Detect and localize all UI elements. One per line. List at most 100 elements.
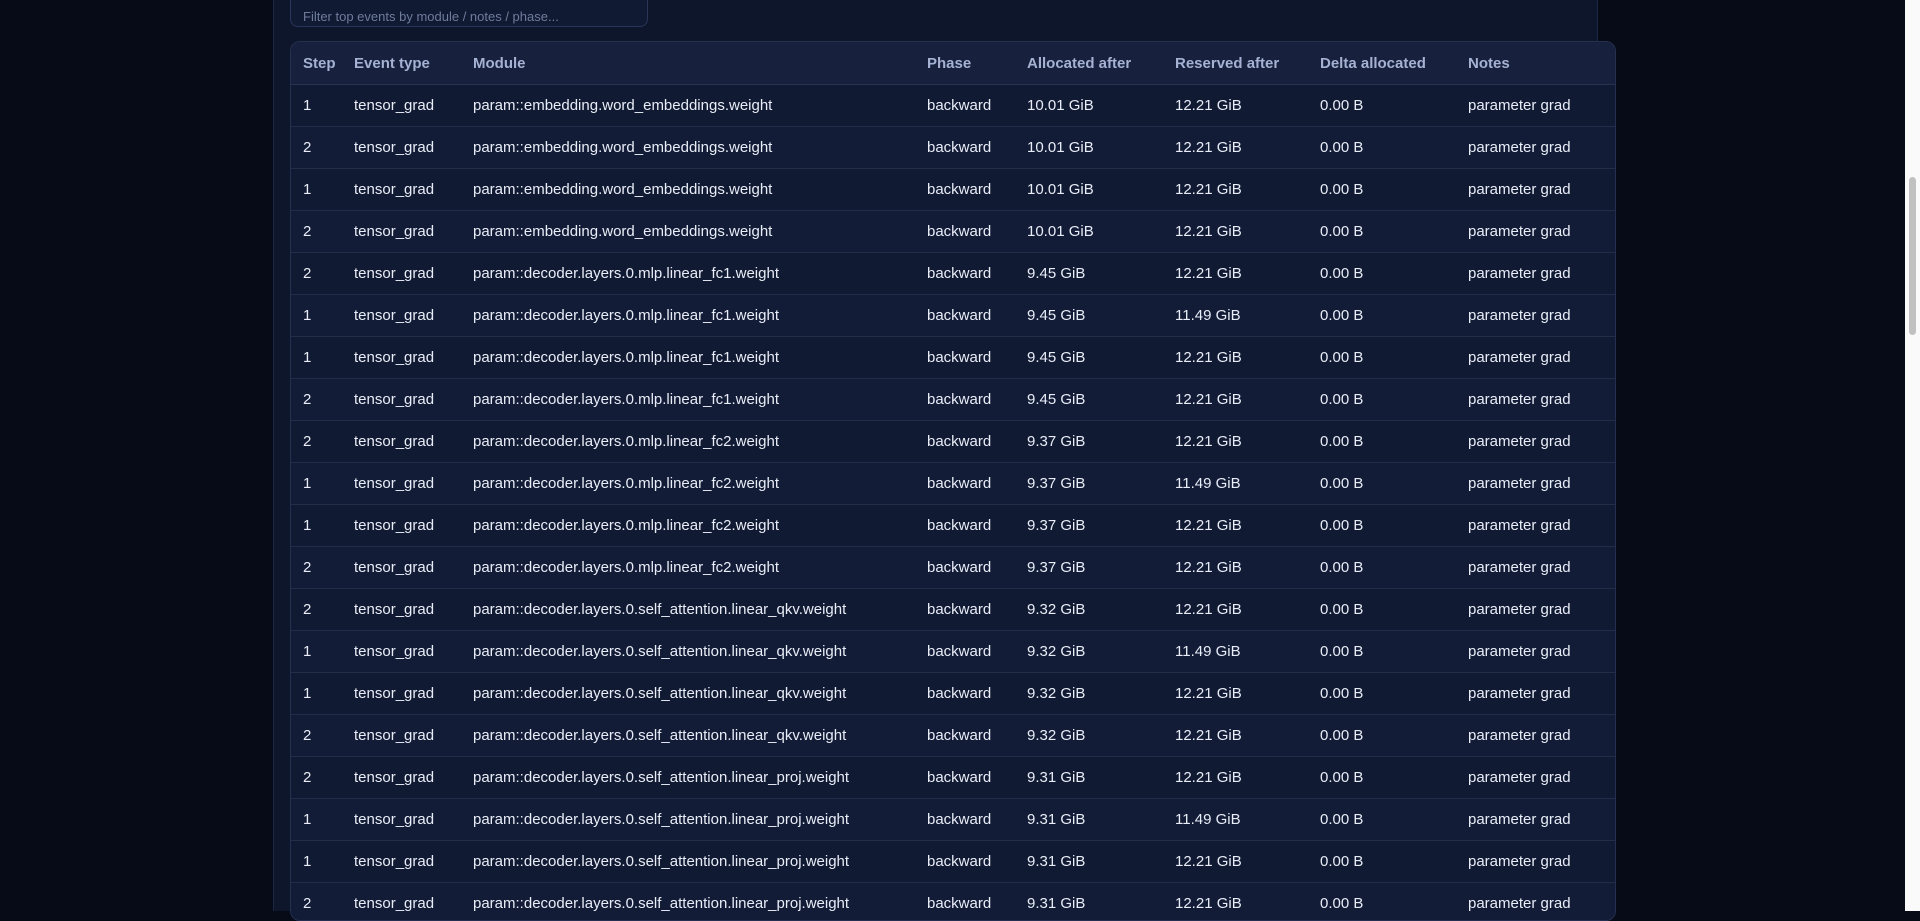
table-row: 1tensor_gradparam::embedding.word_embedd… [291, 85, 1615, 127]
reserved-after-cell: 12.21 GiB [1163, 589, 1308, 631]
allocated-after-cell: 10.01 GiB [1015, 211, 1163, 253]
step-cell: 1 [291, 673, 342, 715]
reserved-after-cell: 11.49 GiB [1163, 799, 1308, 841]
step-cell: 2 [291, 883, 342, 921]
step-cell: 2 [291, 379, 342, 421]
header-step[interactable]: Step [291, 42, 342, 85]
event-type-cell: tensor_grad [342, 253, 461, 295]
header-reserved-after[interactable]: Reserved after [1163, 42, 1308, 85]
module-cell: param::decoder.layers.0.mlp.linear_fc1.w… [461, 295, 915, 337]
phase-cell: backward [915, 463, 1015, 505]
notes-cell: parameter grad [1456, 841, 1615, 883]
header-event-type[interactable]: Event type [342, 42, 461, 85]
table-row: 1tensor_gradparam::decoder.layers.0.self… [291, 631, 1615, 673]
allocated-after-cell: 9.45 GiB [1015, 337, 1163, 379]
filter-input[interactable]: Filter top events by module / notes / ph… [290, 0, 648, 27]
page-scrollbar[interactable] [1905, 0, 1920, 911]
delta-allocated-cell: 0.00 B [1308, 547, 1456, 589]
event-type-cell: tensor_grad [342, 715, 461, 757]
step-cell: 1 [291, 799, 342, 841]
notes-cell: parameter grad [1456, 673, 1615, 715]
phase-cell: backward [915, 631, 1015, 673]
delta-allocated-cell: 0.00 B [1308, 589, 1456, 631]
step-cell: 2 [291, 211, 342, 253]
notes-cell: parameter grad [1456, 337, 1615, 379]
module-cell: param::decoder.layers.0.mlp.linear_fc1.w… [461, 337, 915, 379]
header-allocated-after[interactable]: Allocated after [1015, 42, 1163, 85]
reserved-after-cell: 11.49 GiB [1163, 631, 1308, 673]
module-cell: param::decoder.layers.0.self_attention.l… [461, 799, 915, 841]
step-cell: 1 [291, 505, 342, 547]
phase-cell: backward [915, 715, 1015, 757]
step-cell: 1 [291, 337, 342, 379]
table-row: 2tensor_gradparam::decoder.layers.0.mlp.… [291, 547, 1615, 589]
header-notes[interactable]: Notes [1456, 42, 1615, 85]
allocated-after-cell: 9.31 GiB [1015, 841, 1163, 883]
allocated-after-cell: 9.31 GiB [1015, 799, 1163, 841]
delta-allocated-cell: 0.00 B [1308, 463, 1456, 505]
notes-cell: parameter grad [1456, 211, 1615, 253]
module-cell: param::decoder.layers.0.mlp.linear_fc2.w… [461, 505, 915, 547]
allocated-after-cell: 9.45 GiB [1015, 379, 1163, 421]
allocated-after-cell: 9.37 GiB [1015, 421, 1163, 463]
event-type-cell: tensor_grad [342, 589, 461, 631]
step-cell: 1 [291, 85, 342, 127]
reserved-after-cell: 12.21 GiB [1163, 673, 1308, 715]
allocated-after-cell: 9.37 GiB [1015, 547, 1163, 589]
table-row: 2tensor_gradparam::decoder.layers.0.self… [291, 757, 1615, 799]
step-cell: 2 [291, 421, 342, 463]
table-row: 2tensor_gradparam::decoder.layers.0.self… [291, 883, 1615, 921]
reserved-after-cell: 12.21 GiB [1163, 547, 1308, 589]
module-cell: param::decoder.layers.0.self_attention.l… [461, 757, 915, 799]
notes-cell: parameter grad [1456, 127, 1615, 169]
module-cell: param::decoder.layers.0.mlp.linear_fc2.w… [461, 421, 915, 463]
event-type-cell: tensor_grad [342, 799, 461, 841]
module-cell: param::embedding.word_embeddings.weight [461, 169, 915, 211]
event-type-cell: tensor_grad [342, 421, 461, 463]
event-type-cell: tensor_grad [342, 85, 461, 127]
scrollbar-thumb[interactable] [1909, 177, 1916, 335]
delta-allocated-cell: 0.00 B [1308, 841, 1456, 883]
event-type-cell: tensor_grad [342, 505, 461, 547]
reserved-after-cell: 12.21 GiB [1163, 421, 1308, 463]
header-module[interactable]: Module [461, 42, 915, 85]
allocated-after-cell: 10.01 GiB [1015, 127, 1163, 169]
event-type-cell: tensor_grad [342, 211, 461, 253]
delta-allocated-cell: 0.00 B [1308, 379, 1456, 421]
event-type-cell: tensor_grad [342, 295, 461, 337]
step-cell: 2 [291, 757, 342, 799]
header-phase[interactable]: Phase [915, 42, 1015, 85]
reserved-after-cell: 12.21 GiB [1163, 85, 1308, 127]
table-header-row: Step Event type Module Phase Allocated a… [291, 42, 1615, 85]
step-cell: 2 [291, 715, 342, 757]
notes-cell: parameter grad [1456, 505, 1615, 547]
module-cell: param::decoder.layers.0.mlp.linear_fc2.w… [461, 463, 915, 505]
reserved-after-cell: 12.21 GiB [1163, 169, 1308, 211]
reserved-after-cell: 12.21 GiB [1163, 883, 1308, 921]
reserved-after-cell: 11.49 GiB [1163, 295, 1308, 337]
allocated-after-cell: 9.45 GiB [1015, 295, 1163, 337]
delta-allocated-cell: 0.00 B [1308, 169, 1456, 211]
phase-cell: backward [915, 883, 1015, 921]
phase-cell: backward [915, 421, 1015, 463]
delta-allocated-cell: 0.00 B [1308, 85, 1456, 127]
allocated-after-cell: 9.32 GiB [1015, 589, 1163, 631]
notes-cell: parameter grad [1456, 799, 1615, 841]
table-row: 2tensor_gradparam::embedding.word_embedd… [291, 211, 1615, 253]
module-cell: param::decoder.layers.0.mlp.linear_fc2.w… [461, 547, 915, 589]
step-cell: 1 [291, 631, 342, 673]
allocated-after-cell: 9.45 GiB [1015, 253, 1163, 295]
phase-cell: backward [915, 379, 1015, 421]
allocated-after-cell: 9.32 GiB [1015, 673, 1163, 715]
phase-cell: backward [915, 589, 1015, 631]
header-delta-allocated[interactable]: Delta allocated [1308, 42, 1456, 85]
table-row: 1tensor_gradparam::embedding.word_embedd… [291, 169, 1615, 211]
step-cell: 1 [291, 295, 342, 337]
phase-cell: backward [915, 799, 1015, 841]
reserved-after-cell: 12.21 GiB [1163, 127, 1308, 169]
event-type-cell: tensor_grad [342, 673, 461, 715]
delta-allocated-cell: 0.00 B [1308, 253, 1456, 295]
event-type-cell: tensor_grad [342, 547, 461, 589]
notes-cell: parameter grad [1456, 253, 1615, 295]
step-cell: 1 [291, 463, 342, 505]
